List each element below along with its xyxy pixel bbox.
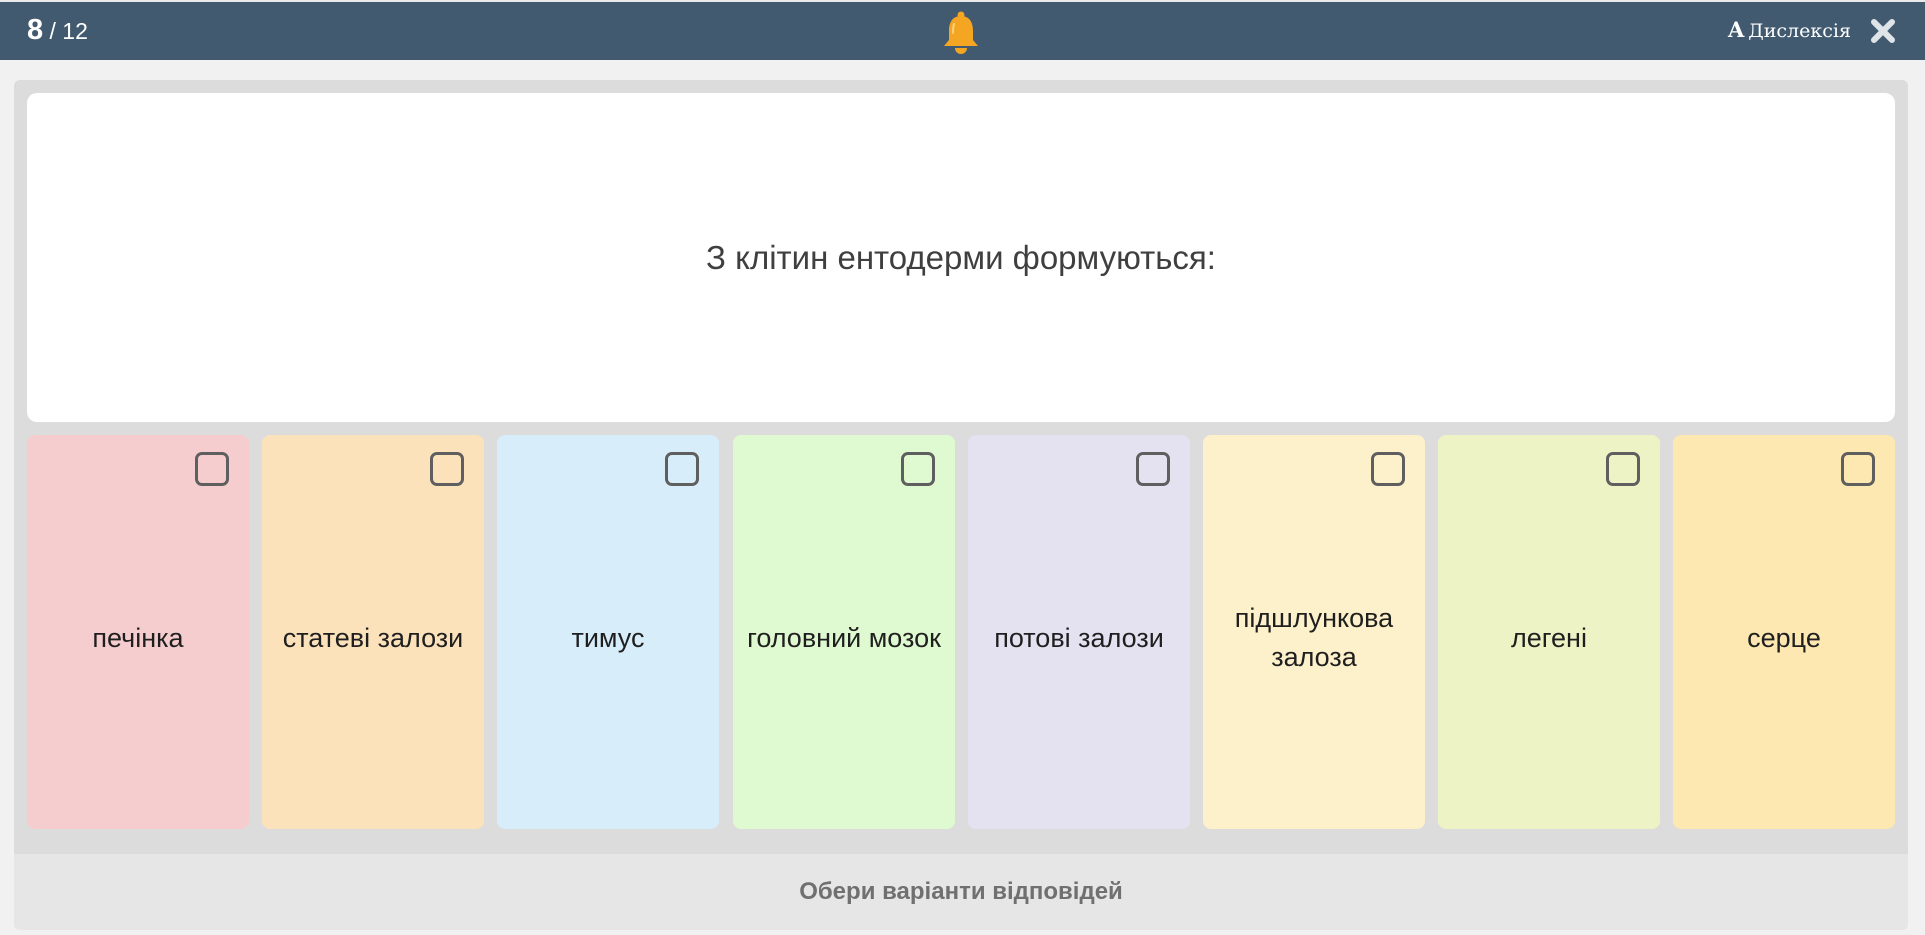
answer-option[interactable]: легені bbox=[1438, 435, 1660, 829]
current-question-number: 8 bbox=[27, 14, 44, 46]
answer-option-label: статеві залози bbox=[282, 622, 464, 653]
answer-prompt: Обери варіанти відповідей bbox=[799, 878, 1123, 905]
checkbox-icon[interactable] bbox=[901, 452, 935, 486]
dyslexia-toggle[interactable]: A Дислексія bbox=[1728, 2, 1851, 60]
checkbox-icon[interactable] bbox=[1371, 452, 1405, 486]
answer-prompt-bar: Обери варіанти відповідей bbox=[14, 854, 1908, 930]
answer-option[interactable]: потові залози bbox=[968, 435, 1190, 829]
answer-option-label: легені bbox=[1511, 622, 1587, 653]
question-counter: 8 / 12 bbox=[27, 2, 88, 60]
answer-option-label: головний мозок bbox=[747, 622, 941, 653]
checkbox-icon[interactable] bbox=[1841, 452, 1875, 486]
answer-option-label: серце bbox=[1747, 622, 1821, 653]
answer-option-label: потові залози bbox=[994, 622, 1164, 653]
question-card: З клітин ентодерми формуються: bbox=[27, 93, 1895, 422]
answer-option-label: тимус bbox=[571, 622, 645, 653]
checkbox-icon[interactable] bbox=[195, 452, 229, 486]
top-bar: 8 / 12 A Дислексія bbox=[0, 0, 1925, 60]
close-icon[interactable] bbox=[1868, 16, 1898, 46]
answer-option[interactable]: статеві залози bbox=[262, 435, 484, 829]
dyslexia-letter: A bbox=[1728, 17, 1745, 42]
checkbox-icon[interactable] bbox=[1136, 452, 1170, 486]
answer-option-label: печінка bbox=[92, 622, 184, 653]
quiz-panel: З клітин ентодерми формуються: печінка с… bbox=[14, 80, 1908, 930]
question-text: З клітин ентодерми формуються: bbox=[706, 238, 1216, 276]
answer-option[interactable]: тимус bbox=[497, 435, 719, 829]
answer-option[interactable]: підшлункова залоза bbox=[1203, 435, 1425, 829]
answer-option[interactable]: серце bbox=[1673, 435, 1895, 829]
answer-option[interactable]: печінка bbox=[27, 435, 249, 829]
answer-option-label: підшлункова залоза bbox=[1234, 603, 1394, 672]
checkbox-icon[interactable] bbox=[430, 452, 464, 486]
answer-option[interactable]: головний мозок bbox=[733, 435, 955, 829]
total-questions: / 12 bbox=[49, 18, 88, 44]
checkbox-icon[interactable] bbox=[665, 452, 699, 486]
dyslexia-label: Дислексія bbox=[1748, 20, 1851, 42]
checkbox-icon[interactable] bbox=[1606, 452, 1640, 486]
bell-icon bbox=[944, 11, 978, 54]
answer-options: печінка статеві залози тимус головний мо… bbox=[27, 435, 1895, 829]
